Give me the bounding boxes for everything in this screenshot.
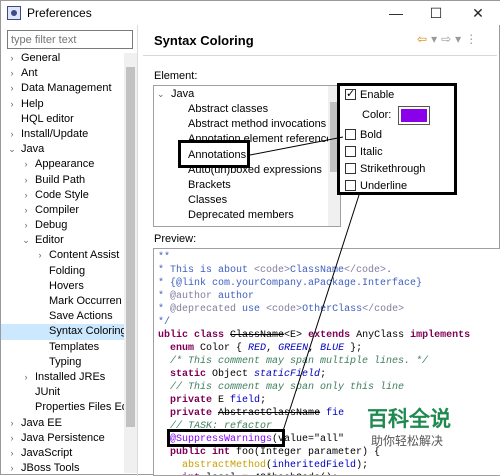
callout-line-annotations	[249, 136, 344, 156]
watermark-title: 百科全说	[367, 408, 451, 431]
watermark-logo: 百科全说 助你轻松解决	[363, 403, 473, 453]
callout-line-suppresswarnings	[282, 194, 360, 432]
watermark-subtitle: 助你轻松解决	[371, 434, 444, 448]
preferences-window: Preferences — ☐ ✕ ›General›Ant›Data Mana…	[0, 0, 500, 476]
